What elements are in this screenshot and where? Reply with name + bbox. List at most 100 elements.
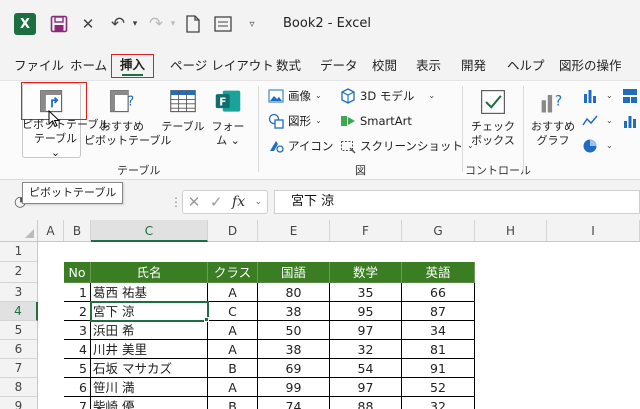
cell-japanese[interactable]: 38 [258,302,330,321]
row-header-2[interactable]: 2 [0,262,38,283]
cell-japanese[interactable]: 50 [258,321,330,340]
cell-name[interactable]: 宮下 涼 [90,301,209,322]
cell-japanese[interactable]: 80 [258,283,330,302]
column-header-h[interactable]: H [475,220,547,242]
cell-math[interactable]: 32 [330,340,402,359]
cell-japanese[interactable]: 69 [258,359,330,378]
row-header-8[interactable]: 8 [0,378,38,397]
cell-english[interactable]: 66 [402,283,475,302]
cell-no[interactable]: 7 [64,397,91,409]
cell-no[interactable]: 5 [64,359,91,378]
row-header-1[interactable]: 1 [0,242,38,262]
smartart-button[interactable]: SmartArt [340,111,412,131]
save-icon[interactable] [50,13,68,35]
cell-name[interactable]: 柴崎 優 [91,397,208,409]
close-icon[interactable]: ✕ [80,13,96,35]
column-header-b[interactable]: B [64,220,91,242]
row-header-4[interactable]: 4 [0,302,38,321]
column-header-g[interactable]: G [402,220,475,242]
column-header-a[interactable]: A [38,220,64,242]
cell-math[interactable]: 54 [330,359,402,378]
tab-developer[interactable]: 開発 [461,54,486,78]
cell-english[interactable]: 52 [402,378,475,397]
tab-insert[interactable]: 挿入 [111,54,155,78]
enter-icon[interactable]: ✓ [210,193,223,211]
undo-icon[interactable]: ↶ [108,13,128,35]
cell-class[interactable]: B [208,359,258,378]
cell-japanese[interactable]: 74 [258,397,330,409]
redo-icon[interactable]: ↷ [146,13,166,35]
cell-class[interactable]: A [208,283,258,302]
cell-japanese[interactable]: 99 [258,378,330,397]
tab-shape-format[interactable]: 図形の操作 [559,54,622,78]
forms-button[interactable]: F フォー ム ⌄ [208,88,248,148]
cancel-icon[interactable]: ✕ [188,193,201,211]
cell-name[interactable]: 浜田 希 [91,321,208,340]
cell-english[interactable]: 87 [402,302,475,321]
image-button[interactable]: 画像 ⌄ [268,86,322,106]
column-header-c[interactable]: C [91,220,208,242]
formula-bar-grip-icon[interactable]: ⋮ [170,192,182,212]
cell-english[interactable]: 81 [402,340,475,359]
tab-data[interactable]: データ [320,54,358,78]
cell-no[interactable]: 2 [64,302,91,321]
table-header-name[interactable]: 氏名 [91,262,208,283]
icons-button[interactable]: アイコン [268,136,333,156]
cell-english[interactable]: 32 [402,397,475,409]
fill-handle[interactable] [204,317,209,322]
cell-class[interactable]: B [208,397,258,409]
tab-review[interactable]: 校閲 [372,54,397,78]
tab-page-layout[interactable]: ページ レイアウト [170,54,274,78]
tab-view[interactable]: 表示 [416,54,441,78]
row-header-3[interactable]: 3 [0,283,38,302]
customize-toolbar-icon[interactable]: ▿ [246,13,258,35]
row-header-7[interactable]: 7 [0,359,38,378]
cell-class[interactable]: A [208,378,258,397]
recommended-pivot-button[interactable]: ? おすすめ ピボットテーブル [84,88,171,148]
undo-dropdown-icon[interactable]: ▾ [130,13,140,35]
worksheet-grid[interactable]: A B C D E F G H I 1 2 3 4 5 6 7 8 9 No 氏… [0,220,640,409]
column-header-f[interactable]: F [330,220,402,242]
formula-dropdown-icon[interactable]: ⌄ [255,197,263,207]
line-chart-button[interactable]: ⌄ [582,111,613,131]
tab-home[interactable]: ホーム [70,54,107,78]
cell-math[interactable]: 88 [330,397,402,409]
cell-math[interactable]: 97 [330,321,402,340]
cell-no[interactable]: 6 [64,378,91,397]
shapes-button[interactable]: 図形 ⌄ [268,111,322,131]
screenshot-button[interactable]: スクリーンショット ⌄ [340,136,474,156]
cell-class[interactable]: C [208,302,258,321]
tab-file[interactable]: ファイル [14,54,64,78]
formula-input[interactable]: 宮下 涼 [274,190,640,214]
hierarchy-chart-button[interactable] [622,86,640,106]
statistic-chart-button[interactable] [622,111,640,131]
table-header-math[interactable]: 数学 [330,262,402,283]
cell-no[interactable]: 1 [64,283,91,302]
cell-class[interactable]: A [208,340,258,359]
table-header-class[interactable]: クラス [208,262,258,283]
checkbox-button[interactable]: チェック ボックス [468,88,518,148]
row-header-6[interactable]: 6 [0,340,38,359]
cell-name[interactable]: 石坂 マサカズ [91,359,208,378]
row-header-9[interactable]: 9 [0,397,38,409]
table-button[interactable]: テーブル [161,88,205,134]
table-header-english[interactable]: 英語 [402,262,475,283]
tab-help[interactable]: ヘルプ [507,54,545,78]
cell-english[interactable]: 91 [402,359,475,378]
redo-dropdown-icon[interactable]: ▾ [168,13,178,35]
table-header-no[interactable]: No [64,262,91,283]
cell-japanese[interactable]: 38 [258,340,330,359]
column-chart-button[interactable]: ⌄ [582,86,613,106]
tab-formulas[interactable]: 数式 [276,54,301,78]
cell-math[interactable]: 95 [330,302,402,321]
cell-no[interactable]: 3 [64,321,91,340]
row-header-5[interactable]: 5 [0,321,38,340]
cell-math[interactable]: 97 [330,378,402,397]
3d-model-button[interactable]: 3D モデル ⌄ [340,86,435,106]
column-header-i[interactable]: I [547,220,640,242]
cell-math[interactable]: 35 [330,283,402,302]
recommended-chart-button[interactable]: ? おすすめ グラフ [530,88,576,148]
cell-no[interactable]: 4 [64,340,91,359]
pie-chart-button[interactable]: ⌄ [582,136,613,156]
cell-name[interactable]: 川井 美里 [91,340,208,359]
